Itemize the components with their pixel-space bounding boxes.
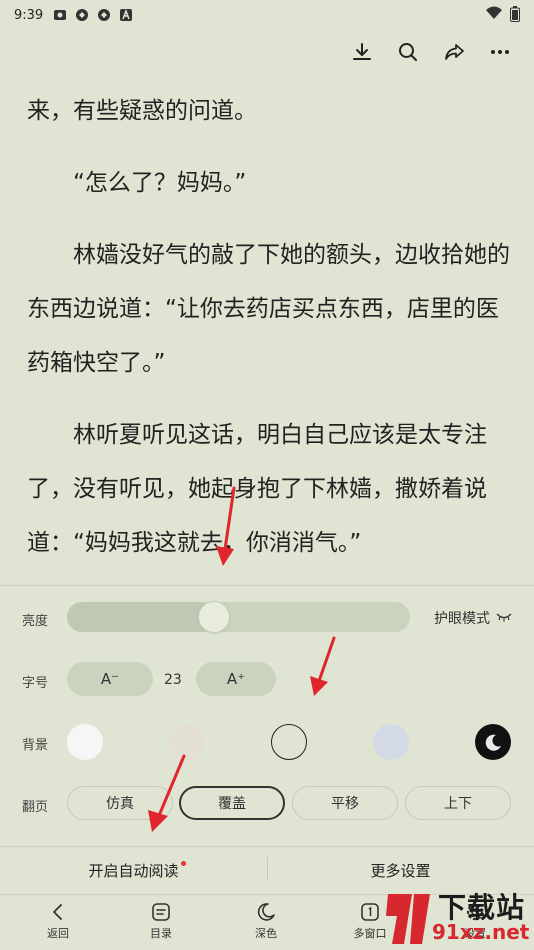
- brightness-row: 亮度 护眼模式: [0, 586, 534, 648]
- watermark-logo: [386, 894, 430, 944]
- font-decrease-label: A⁻: [100, 670, 120, 688]
- status-time: 9:39: [14, 7, 44, 23]
- battery-icon: [510, 6, 520, 26]
- more-icon[interactable]: [488, 40, 512, 64]
- page-turn-option-label: 覆盖: [218, 796, 246, 812]
- watermark-url: 91xz.net: [432, 920, 530, 944]
- nav-dark-mode-label: 深色: [255, 927, 277, 940]
- font-size-row: 字号 A⁻ 23 A⁺: [0, 648, 534, 710]
- app-notification-icon: [97, 8, 111, 22]
- page-turn-option-label: 上下: [444, 796, 472, 812]
- back-icon: [53, 904, 62, 920]
- reader-paragraph: 林听夏听见这话，明白自己应该是太专注了，没有听见，她起身抱了下林嫱，撒娇着说道：…: [27, 422, 487, 556]
- font-size-label: 字号: [22, 676, 49, 691]
- more-settings-label: 更多设置: [370, 861, 431, 880]
- background-swatch-white[interactable]: [67, 724, 103, 760]
- background-swatch-green[interactable]: [271, 724, 307, 760]
- background-swatch-dark[interactable]: [475, 724, 511, 760]
- font-increase-button[interactable]: A⁺: [196, 662, 276, 696]
- reader-content: 来，有些疑惑的问道。 “怎么了？妈妈。” 林嫱没好气的敲了下她的额头，边收拾她的…: [27, 84, 511, 588]
- page-turn-option-scroll[interactable]: 上下: [405, 786, 511, 820]
- multi-window-icon: [361, 903, 379, 921]
- brightness-fill: [67, 602, 214, 632]
- catalog-icon: [152, 903, 170, 921]
- site-watermark: 下载站 91xz.net: [382, 886, 532, 946]
- nav-back-label: 返回: [47, 927, 69, 940]
- reader-paragraph: “怎么了？妈妈。”: [73, 170, 247, 196]
- auto-read-button[interactable]: 开启自动阅读: [0, 847, 267, 893]
- brightness-slider[interactable]: [67, 601, 410, 633]
- background-swatch-blue[interactable]: [373, 724, 409, 760]
- search-icon[interactable]: [396, 40, 420, 64]
- page-turn-option-label: 平移: [331, 796, 359, 812]
- nav-catalog[interactable]: 目录: [131, 901, 191, 941]
- app-notification-icon: [53, 8, 67, 22]
- moon-icon: [257, 903, 275, 921]
- app-notification-icon: [75, 8, 89, 22]
- annotation-arrow: [310, 636, 336, 696]
- background-row: 背景: [0, 710, 534, 774]
- reading-settings-panel: 亮度 护眼模式 字号 A⁻ 23 A⁺ 背景 翻页 仿真 覆盖 平移 上下 开启…: [0, 585, 534, 950]
- font-increase-label: A⁺: [226, 670, 246, 688]
- nav-catalog-label: 目录: [150, 927, 172, 940]
- app-notification-icon: [119, 8, 133, 22]
- page-turn-label: 翻页: [22, 800, 49, 815]
- background-label: 背景: [22, 738, 49, 753]
- page-turn-option-label: 仿真: [106, 796, 134, 812]
- brightness-label: 亮度: [22, 614, 49, 629]
- page-turn-option-slide[interactable]: 平移: [292, 786, 398, 820]
- font-decrease-button[interactable]: A⁻: [67, 662, 153, 696]
- brightness-slider-handle[interactable]: [198, 601, 230, 633]
- reader-paragraph: 林嫱没好气的敲了下她的额头，边收拾她的东西边说道：“让你去药店买点东西，店里的医…: [27, 242, 510, 376]
- auto-read-label: 开启自动阅读: [88, 861, 179, 880]
- annotation-arrow: [216, 486, 236, 566]
- share-icon[interactable]: [442, 40, 466, 64]
- eye-closed-icon: [496, 610, 512, 626]
- eye-mode-label: 护眼模式: [434, 611, 490, 627]
- moon-icon: [485, 734, 501, 751]
- reader-paragraph: 来，有些疑惑的问道。: [27, 98, 257, 124]
- page-turn-row: 翻页 仿真 覆盖 平移 上下: [0, 786, 534, 826]
- wifi-icon: [486, 6, 502, 26]
- eye-mode-toggle[interactable]: 护眼模式: [434, 608, 512, 628]
- page-turn-option-cover[interactable]: 覆盖: [179, 786, 285, 820]
- new-badge-dot: [181, 861, 186, 866]
- annotation-arrow: [148, 754, 186, 832]
- nav-back[interactable]: 返回: [28, 901, 88, 941]
- status-bar: 9:39: [0, 0, 534, 30]
- font-size-value: 23: [164, 672, 182, 688]
- download-icon[interactable]: [350, 40, 374, 64]
- nav-dark-mode[interactable]: 深色: [236, 901, 296, 941]
- reader-toolbar: [350, 36, 512, 68]
